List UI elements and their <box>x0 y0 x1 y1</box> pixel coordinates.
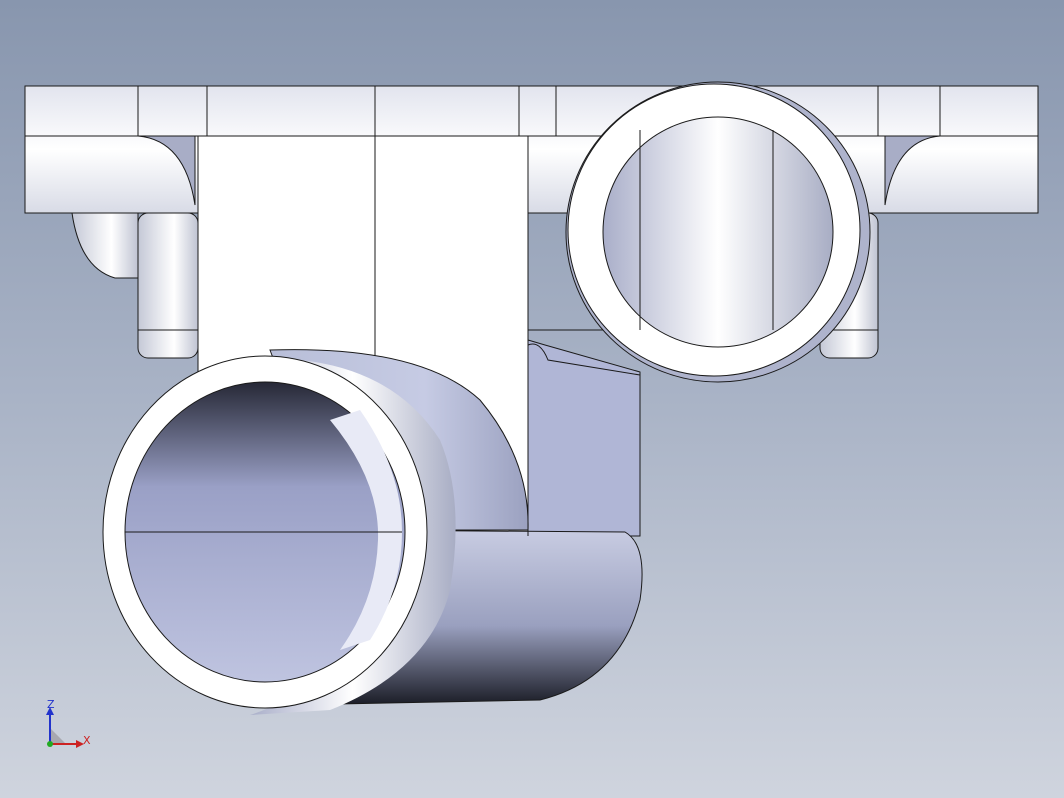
flange-plate[interactable] <box>24 85 1039 214</box>
right-bore-opening[interactable] <box>565 81 871 383</box>
lower-lug-left[interactable] <box>71 212 199 359</box>
x-axis-label: X <box>83 734 91 747</box>
triad-plane-shape <box>50 728 66 744</box>
cad-model[interactable] <box>0 0 1064 798</box>
graphics-viewport[interactable]: Z X <box>0 0 1064 798</box>
triad-origin <box>47 741 53 747</box>
z-axis-label: Z <box>47 698 55 711</box>
left-bore-opening[interactable] <box>102 355 428 709</box>
orientation-triad: Z X <box>40 698 100 754</box>
